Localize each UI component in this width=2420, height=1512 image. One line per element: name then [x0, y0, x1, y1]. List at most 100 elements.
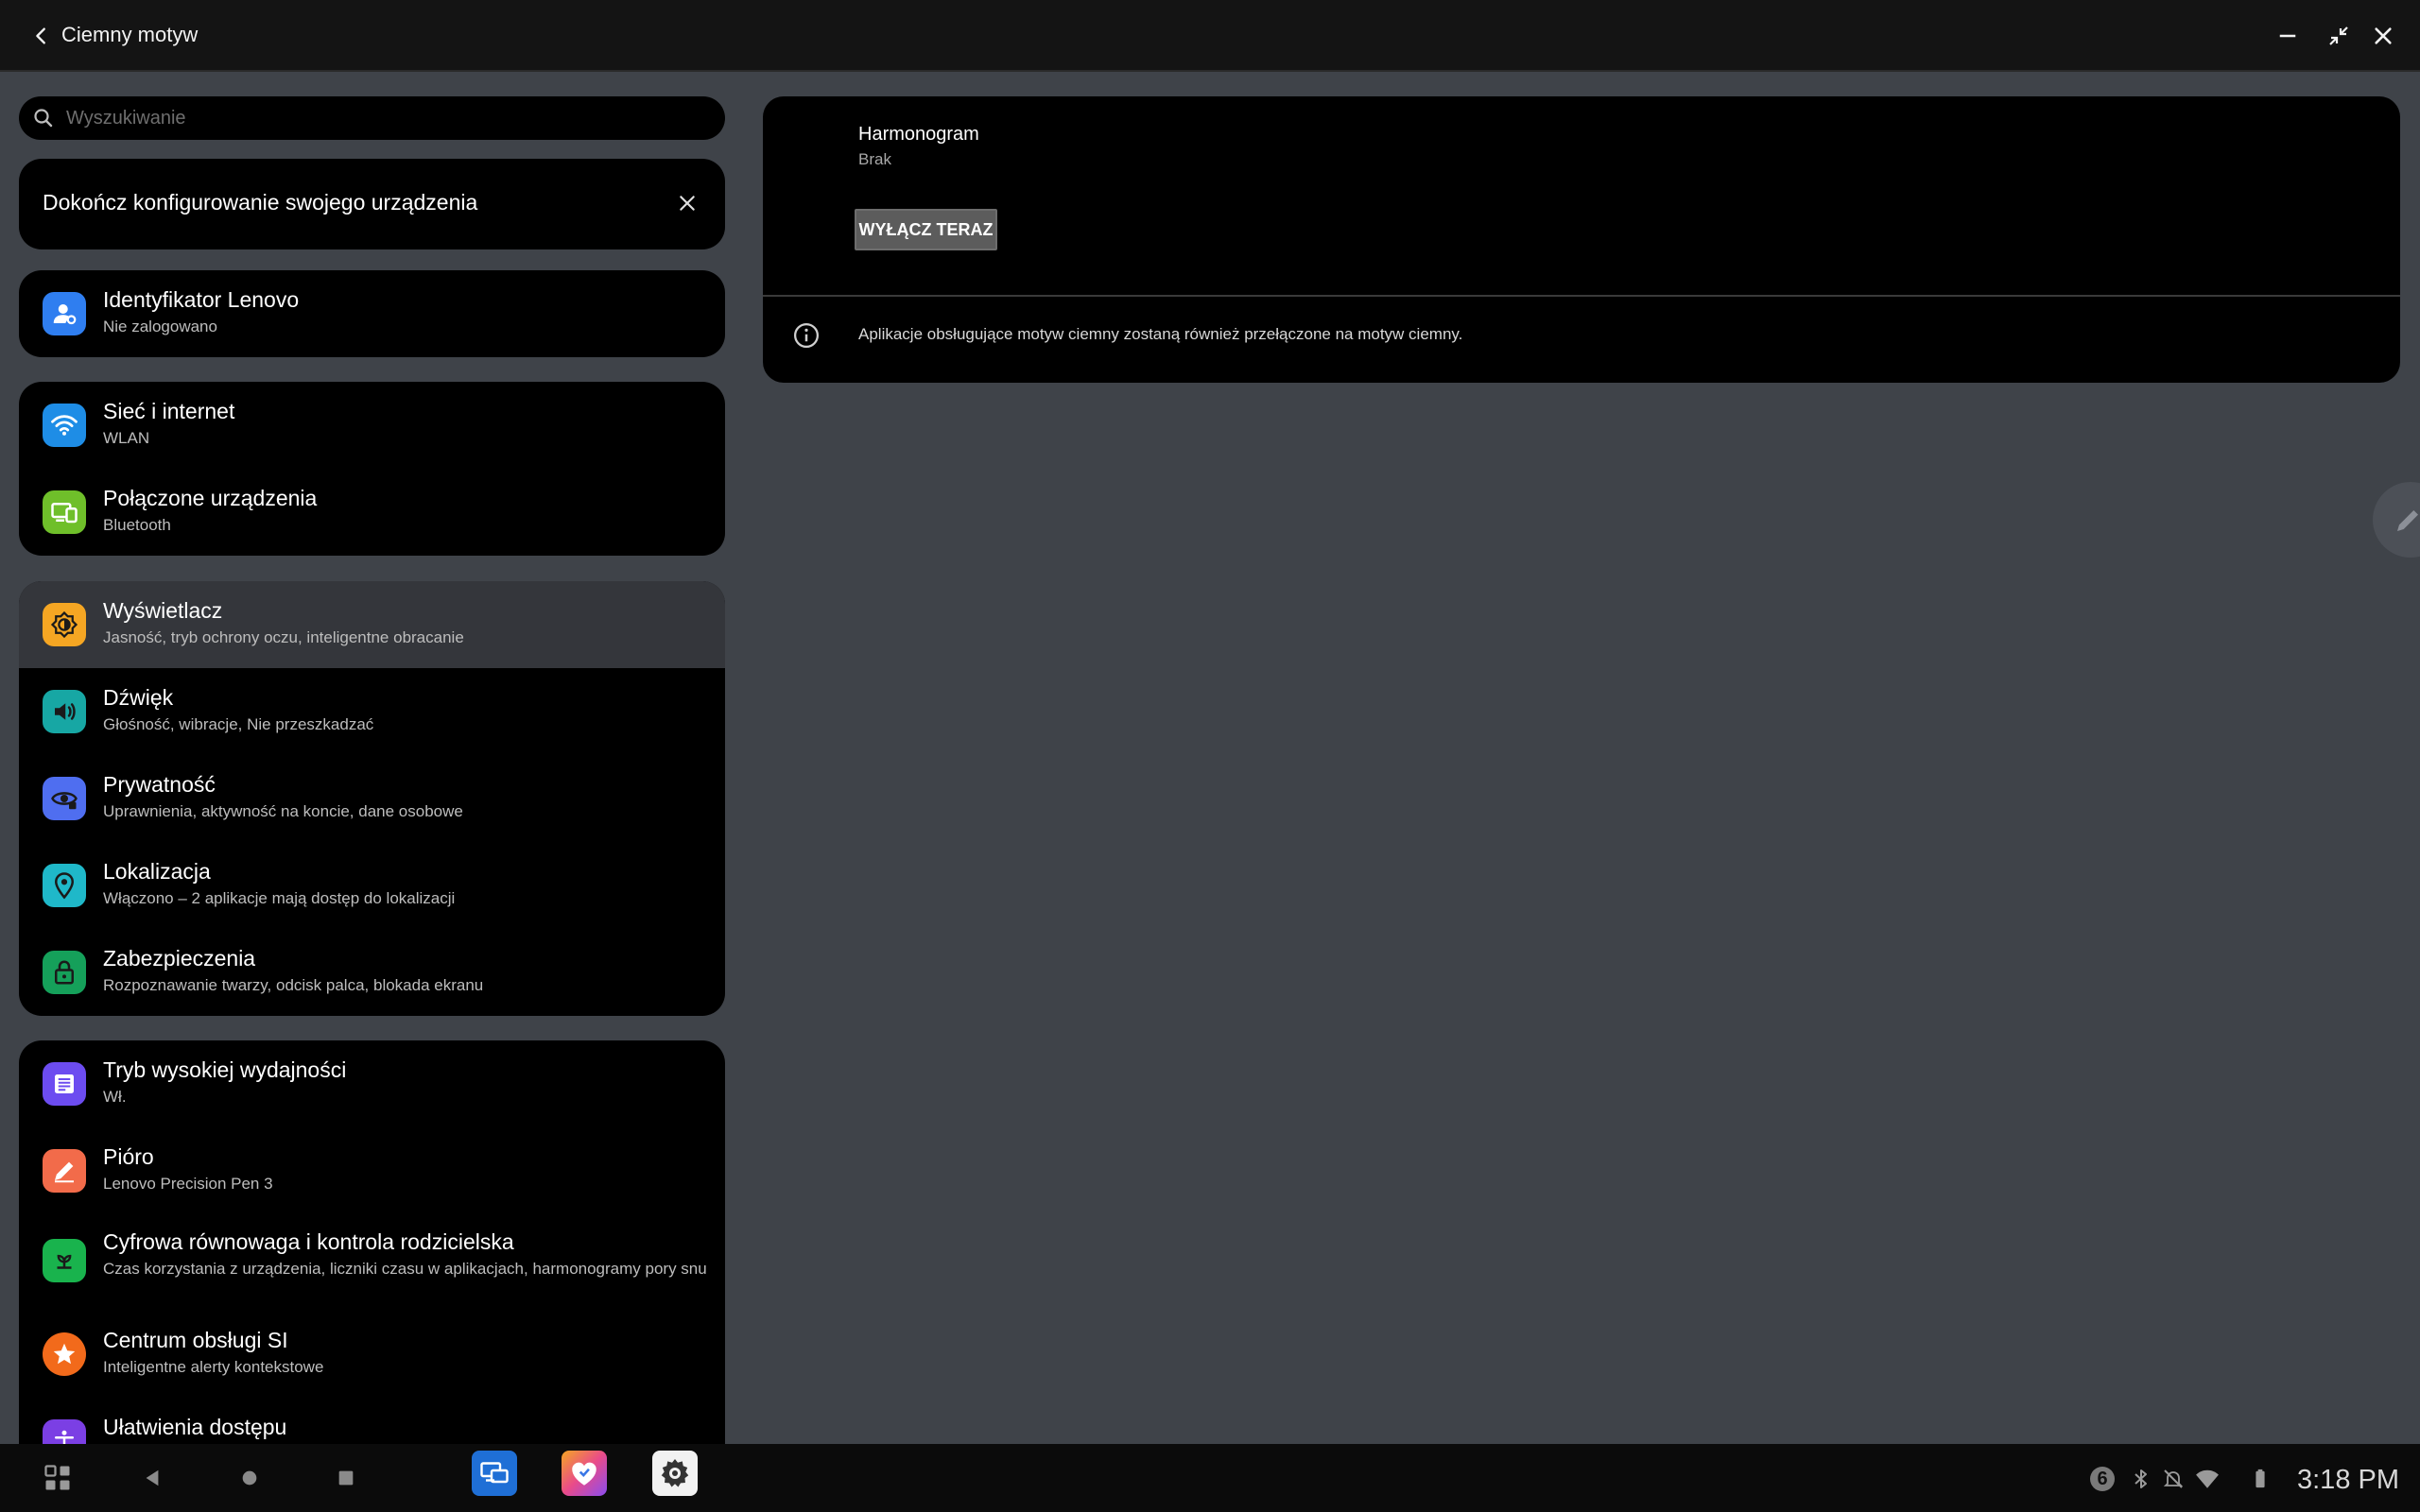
- connectivity-card: Sieć i internet WLAN Połączone urządzeni…: [19, 382, 725, 556]
- item-title: Sieć i internet: [103, 399, 235, 423]
- settings-gear-icon: [661, 1459, 689, 1487]
- item-title: Prywatność: [103, 772, 216, 797]
- pen-icon: [43, 1149, 86, 1193]
- item-title: Centrum obsługi SI: [103, 1328, 288, 1352]
- volume-icon: [43, 690, 86, 733]
- item-title: Pióro: [103, 1144, 154, 1169]
- nav-back-button[interactable]: [135, 1461, 169, 1495]
- search-bar[interactable]: [19, 96, 725, 140]
- item-title: Lokalizacja: [103, 859, 211, 884]
- star-icon: [43, 1332, 86, 1376]
- setup-suggestion-card[interactable]: Dokończ konfigurowanie swojego urządzeni…: [19, 159, 725, 249]
- settings-item-ai-center[interactable]: Centrum obsługi SI Inteligentne alerty k…: [19, 1311, 725, 1398]
- setup-suggestion-text: Dokończ konfigurowanie swojego urządzeni…: [43, 190, 478, 215]
- lock-icon: [43, 951, 86, 994]
- wifi-status[interactable]: [2193, 1465, 2221, 1493]
- back-button[interactable]: [25, 19, 59, 53]
- account-card: Identyfikator Lenovo Nie zalogowano: [19, 270, 725, 357]
- minimize-button[interactable]: [2270, 18, 2306, 54]
- performance-list-icon: [43, 1062, 86, 1106]
- settings-item-digital-wellbeing[interactable]: Cyfrowa równowaga i kontrola rodzicielsk…: [19, 1212, 725, 1311]
- app-drawer-button[interactable]: [41, 1461, 75, 1495]
- device-connect-icon: [480, 1462, 509, 1484]
- settings-item-security[interactable]: Zabezpieczenia Rozpoznawanie twarzy, odc…: [19, 929, 725, 1016]
- item-subtitle: Inteligentne alerty kontekstowe: [103, 1358, 324, 1376]
- item-subtitle: Rozpoznawanie twarzy, odcisk palca, blok…: [103, 976, 484, 994]
- back-triangle-icon: [146, 1469, 159, 1486]
- wellbeing-icon: [43, 1239, 86, 1282]
- item-subtitle: Bluetooth: [103, 516, 171, 534]
- minimize-icon: [2279, 34, 2296, 38]
- brightness-icon: [43, 603, 86, 646]
- item-subtitle: Czas korzystania z urządzenia, liczniki …: [103, 1260, 707, 1278]
- divider: [763, 295, 2400, 297]
- clock: 3:18 PM: [2297, 1465, 2399, 1495]
- taskbar-app-lenovo-vantage[interactable]: [562, 1451, 607, 1496]
- restore-button[interactable]: [2321, 18, 2357, 54]
- item-title: Identyfikator Lenovo: [103, 287, 300, 312]
- title-bar: Ciemny motyw: [0, 0, 2420, 72]
- bluetooth-status[interactable]: [2127, 1465, 2155, 1493]
- system-card: Wyświetlacz Jasność, tryb ochrony oczu, …: [19, 581, 725, 1016]
- item-subtitle: WLAN: [103, 429, 150, 447]
- item-subtitle: Głośność, wibracje, Nie przeszkadzać: [103, 715, 374, 733]
- item-title: Ułatwienia dostępu: [103, 1415, 287, 1439]
- item-subtitle: Włączono – 2 aplikacje mają dostęp do lo…: [103, 889, 456, 907]
- close-window-button[interactable]: [2365, 18, 2401, 54]
- settings-item-pen[interactable]: Pióro Lenovo Precision Pen 3: [19, 1127, 725, 1214]
- taskbar-app-settings[interactable]: [652, 1451, 698, 1496]
- item-title: Zabezpieczenia: [103, 946, 256, 971]
- nav-home-button[interactable]: [233, 1461, 267, 1495]
- nav-recents-button[interactable]: [329, 1461, 363, 1495]
- settings-item-sound[interactable]: Dźwięk Głośność, wibracje, Nie przeszkad…: [19, 668, 725, 755]
- item-subtitle: Nie zalogowano: [103, 318, 217, 335]
- schedule-title[interactable]: Harmonogram: [858, 124, 979, 146]
- bell-off-icon: [2163, 1469, 2184, 1488]
- back-arrow-icon: [36, 27, 45, 44]
- heart-shield-icon: [572, 1462, 596, 1486]
- dismiss-suggestion-button[interactable]: [671, 187, 703, 219]
- settings-item-lenovo-id[interactable]: Identyfikator Lenovo Nie zalogowano: [19, 270, 725, 357]
- privacy-eye-icon: [43, 777, 86, 820]
- turn-off-now-button[interactable]: WYŁĄCZ TERAZ: [855, 209, 997, 250]
- battery-icon: [2256, 1469, 2265, 1488]
- bluetooth-icon: [2135, 1469, 2147, 1488]
- item-subtitle: Lenovo Precision Pen 3: [103, 1175, 273, 1193]
- taskbar: 6 3:18 PM: [0, 1444, 2420, 1512]
- recents-square-icon: [338, 1470, 354, 1486]
- wifi-icon: [43, 404, 86, 447]
- notification-count-badge[interactable]: 6: [2088, 1465, 2117, 1493]
- taskbar-app-device-connect[interactable]: [472, 1451, 517, 1496]
- features-card: Tryb wysokiej wydajności Wł. Pióro Lenov…: [19, 1040, 725, 1485]
- info-icon: [794, 323, 819, 348]
- user-account-icon: [43, 292, 86, 335]
- close-icon: [680, 196, 695, 211]
- item-title: Cyfrowa równowaga i kontrola rodzicielsk…: [103, 1229, 514, 1254]
- pen-edit-icon: [2397, 510, 2418, 531]
- item-title: Wyświetlacz: [103, 598, 223, 623]
- settings-item-privacy[interactable]: Prywatność Uprawnienia, aktywność na kon…: [19, 755, 725, 842]
- close-icon: [2375, 27, 2392, 44]
- home-circle-icon: [242, 1470, 257, 1486]
- settings-item-location[interactable]: Lokalizacja Włączono – 2 aplikacje mają …: [19, 842, 725, 929]
- item-title: Tryb wysokiej wydajności: [103, 1057, 347, 1082]
- collapse-arrows-icon: [2329, 26, 2348, 45]
- wifi-signal-icon: [2196, 1469, 2219, 1488]
- do-not-disturb-status[interactable]: [2159, 1465, 2187, 1493]
- notification-count: 6: [2097, 1469, 2108, 1489]
- connected-devices-icon: [43, 490, 86, 534]
- settings-item-connected-devices[interactable]: Połączone urządzenia Bluetooth: [19, 469, 725, 556]
- item-subtitle: Wł.: [103, 1088, 127, 1106]
- search-input[interactable]: [66, 102, 709, 134]
- dark-theme-panel: Harmonogram Brak WYŁĄCZ TERAZ Aplikacje …: [763, 96, 2400, 383]
- item-title: Dźwięk: [103, 685, 174, 710]
- settings-item-performance-mode[interactable]: Tryb wysokiej wydajności Wł.: [19, 1040, 725, 1127]
- pen-toolbar-handle[interactable]: [2373, 482, 2420, 558]
- schedule-value[interactable]: Brak: [858, 150, 891, 169]
- page-title: Ciemny motyw: [61, 23, 199, 46]
- dark-theme-info-text: Aplikacje obsługujące motyw ciemny zosta…: [858, 325, 1463, 343]
- settings-item-display[interactable]: Wyświetlacz Jasność, tryb ochrony oczu, …: [19, 581, 725, 668]
- settings-item-network[interactable]: Sieć i internet WLAN: [19, 382, 725, 469]
- battery-status[interactable]: [2246, 1465, 2274, 1493]
- search-icon: [34, 109, 53, 128]
